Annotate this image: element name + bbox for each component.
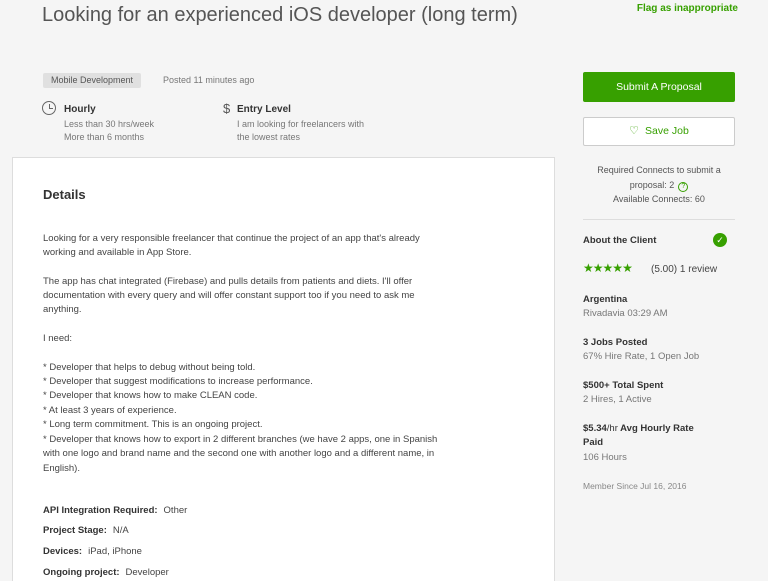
about-client-heading: About the Client — [583, 235, 657, 246]
need-item-continued: with one logo and brand name and the sec… — [43, 448, 435, 459]
field-label: Ongoing project: — [43, 567, 120, 578]
category-badge[interactable]: Mobile Development — [43, 73, 142, 88]
client-hours: 106 Hours — [583, 452, 627, 463]
need-item-continued: English). — [43, 463, 80, 474]
star-icon: ★ — [583, 261, 594, 275]
description-p2-line-2: documentation with every query and will … — [43, 290, 415, 301]
field-ongoing-project: Ongoing project: Developer — [43, 567, 169, 578]
flag-inappropriate-link[interactable]: Flag as inappropriate — [620, 3, 738, 14]
client-avg-rate: $5.34/hr Avg Hourly Rate — [583, 423, 694, 434]
help-icon[interactable]: ? — [678, 181, 689, 192]
submit-proposal-button[interactable]: Submit A Proposal — [583, 72, 735, 102]
star-icon: ★ — [612, 261, 623, 275]
member-since: Member Since Jul 16, 2016 — [583, 481, 687, 491]
description-p1-line-2: working and available in App Store. — [43, 247, 192, 258]
need-item: * Long term commitment. This is an ongoi… — [43, 419, 263, 430]
need-item: * At least 3 years of experience. — [43, 405, 177, 416]
avg-rate-label: Avg Hourly Rate — [620, 423, 694, 434]
client-country: Argentina — [583, 294, 628, 305]
experience-level: Entry Level — [237, 104, 291, 115]
client-location: Rivadavia 03:29 AM — [583, 308, 668, 319]
verified-check-icon: ✓ — [713, 233, 727, 247]
posted-time: Posted 11 minutes ago — [163, 75, 255, 85]
need-label: I need: — [43, 333, 73, 344]
avg-rate-label-cont: Paid — [583, 437, 604, 448]
job-title: Looking for an experienced iOS developer… — [42, 4, 518, 26]
clock-icon — [42, 101, 56, 115]
field-value: Other — [163, 505, 188, 516]
client-total-spent: $500+ Total Spent — [583, 380, 664, 391]
connects-available: Available Connects: 60 — [613, 194, 705, 204]
star-icon: ★ — [602, 261, 614, 275]
client-hires: 2 Hires, 1 Active — [583, 394, 652, 405]
need-item: * Developer that helps to debug without … — [43, 362, 256, 373]
level-detail-line-2: the lowest rates — [237, 132, 301, 142]
field-value: Developer — [125, 567, 169, 578]
details-card: Details Looking for a very responsible f… — [12, 157, 555, 581]
connects-line-1: Required Connects to submit a — [597, 165, 721, 175]
field-value: iPad, iPhone — [88, 546, 142, 557]
client-hire-rate: 67% Hire Rate, 1 Open Job — [583, 351, 700, 362]
field-devices: Devices: iPad, iPhone — [43, 546, 142, 557]
field-value: N/A — [112, 525, 129, 536]
description-p1-line-1: Looking for a very responsible freelance… — [43, 233, 420, 244]
client-jobs-posted: 3 Jobs Posted — [583, 337, 648, 348]
details-heading: Details — [43, 187, 86, 202]
level-detail-line-1: I am looking for freelancers with — [237, 119, 365, 129]
description-p2-line-3: anything. — [43, 304, 82, 315]
field-api-integration: API Integration Required: Other — [43, 505, 187, 516]
connects-info: Required Connects to submit a proposal: … — [583, 163, 735, 207]
description-p2-line-1: The app has chat integrated (Firebase) a… — [43, 276, 413, 287]
avg-rate-unit: /hr — [606, 423, 618, 434]
need-item: * Developer that knows how to export in … — [43, 434, 438, 445]
field-label: Project Stage: — [43, 525, 107, 536]
field-project-stage: Project Stage: N/A — [43, 525, 129, 536]
star-icon: ★ — [592, 261, 604, 275]
connects-line-2: proposal: 2? — [583, 178, 735, 193]
field-label: Devices: — [43, 546, 83, 557]
need-item: * Developer that knows how to make CLEAN… — [43, 390, 258, 401]
sidebar-divider — [583, 219, 735, 220]
heart-icon: ♡ — [629, 125, 640, 137]
avg-rate-value: $5.34 — [583, 423, 607, 434]
rate-detail-duration: More than 6 months — [64, 132, 145, 142]
field-label: API Integration Required: — [43, 505, 158, 516]
need-item: * Developer that suggest modifications t… — [43, 376, 313, 387]
connects-required: proposal: 2 — [629, 179, 675, 190]
star-icon: ★ — [622, 261, 633, 275]
rating-text[interactable]: (5.00) 1 review — [651, 264, 717, 275]
save-job-label: Save Job — [645, 125, 689, 137]
rate-detail-hours: Less than 30 hrs/week — [64, 119, 155, 129]
dollar-icon: $ — [223, 101, 231, 116]
rate-type: Hourly — [64, 104, 96, 115]
save-job-button[interactable]: ♡ Save Job — [583, 117, 735, 146]
rating-stars: ★★★★★ — [583, 261, 633, 275]
